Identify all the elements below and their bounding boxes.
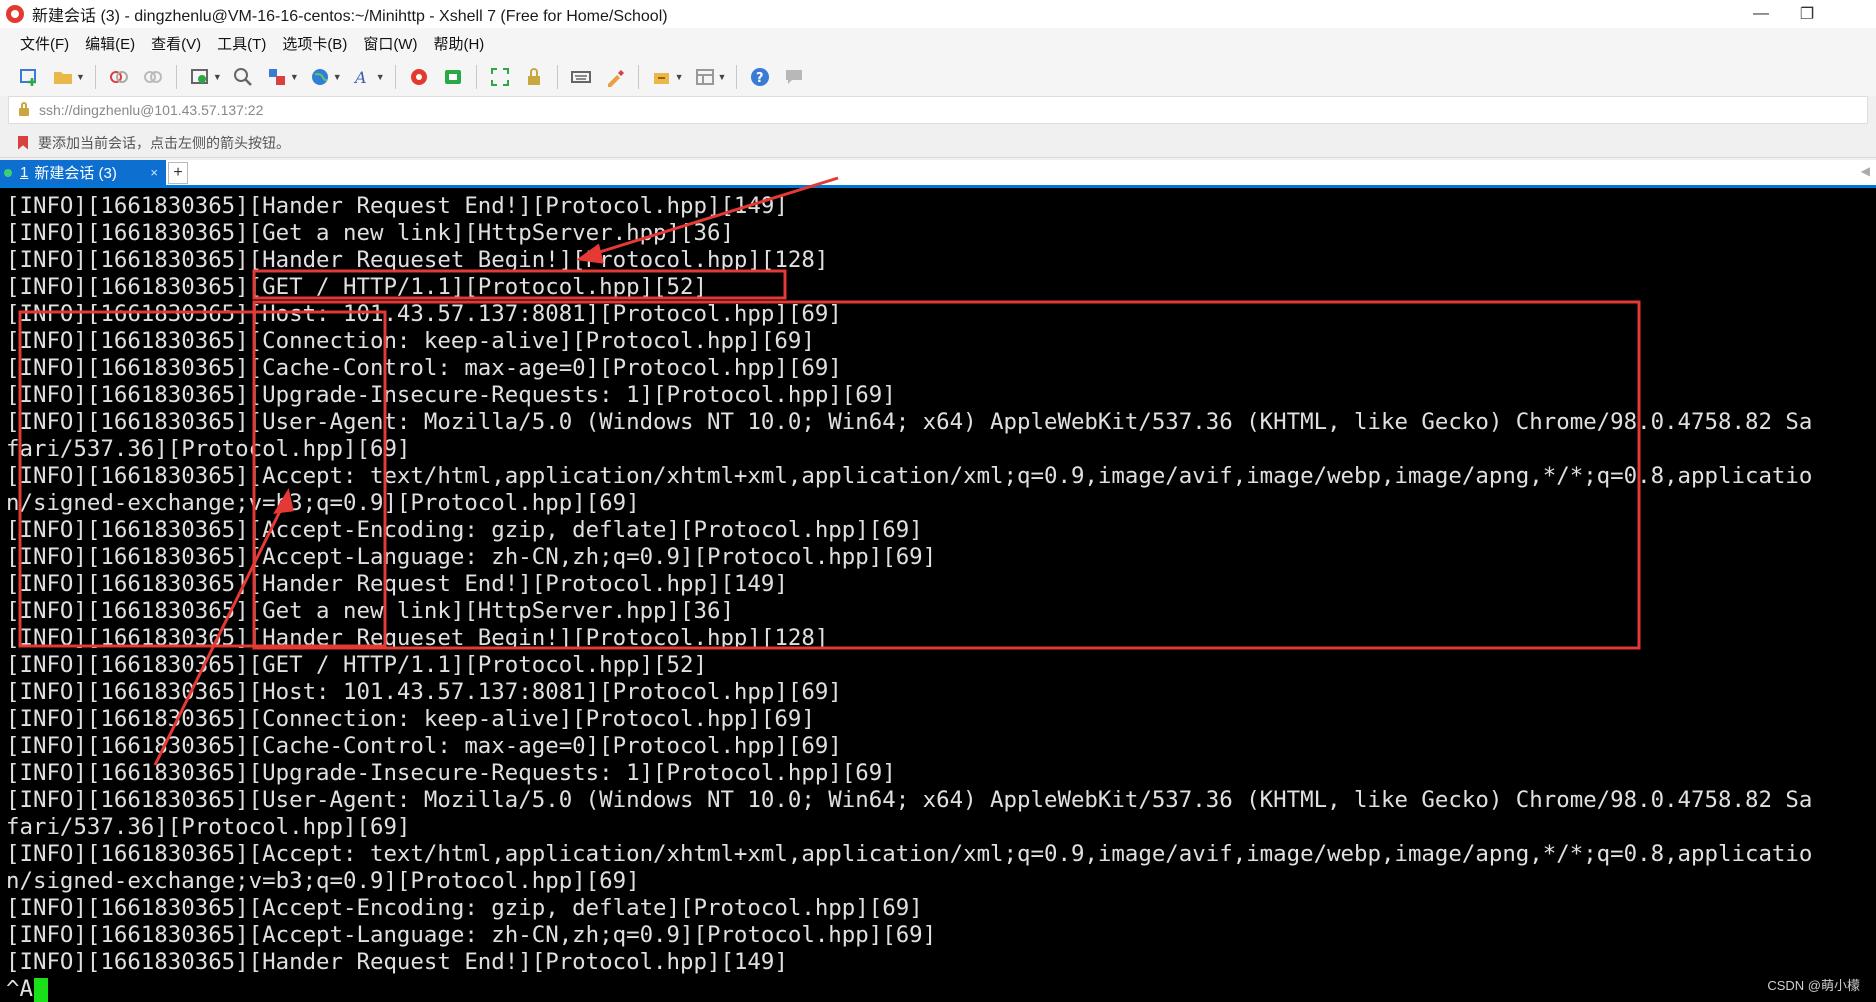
- terminal-line: [INFO][1661830365][Accept-Language: zh-C…: [6, 922, 937, 948]
- connect-icon[interactable]: [108, 66, 130, 88]
- toolbar-separator: [556, 65, 558, 89]
- address-text: ssh://dingzhenlu@101.43.57.137:22: [39, 102, 264, 118]
- terminal-line: [INFO][1661830365][Upgrade-Insecure-Requ…: [6, 760, 896, 786]
- layout-dropdown-icon[interactable]: ▼: [718, 72, 727, 82]
- terminal-line: [INFO][1661830365][Upgrade-Insecure-Requ…: [6, 382, 896, 408]
- terminal-line: [INFO][1661830365][Accept-Encoding: gzip…: [6, 517, 923, 543]
- transfer-icon[interactable]: [266, 66, 288, 88]
- chat-icon[interactable]: [783, 66, 805, 88]
- terminal-prompt-line: ^A: [6, 976, 1812, 1002]
- find-icon[interactable]: [232, 66, 254, 88]
- menu-view[interactable]: 查看(V): [151, 33, 201, 54]
- globe-icon[interactable]: [309, 66, 331, 88]
- ssh-lock-icon: [19, 102, 29, 116]
- terminal-line: [INFO][1661830365][Cache-Control: max-ag…: [6, 733, 842, 759]
- terminal-prompt: ^A: [6, 976, 33, 1002]
- terminal-output[interactable]: [INFO][1661830365][Hander Request End!][…: [0, 188, 1876, 1002]
- close-button[interactable]: [1830, 0, 1876, 28]
- terminal-line: [INFO][1661830365][Hander Request End!][…: [6, 571, 788, 597]
- lock-icon[interactable]: [523, 66, 545, 88]
- menu-tools[interactable]: 工具(T): [217, 33, 266, 54]
- terminal-cursor: [33, 977, 48, 1002]
- font-dropdown-icon[interactable]: ▼: [376, 72, 385, 82]
- new-session-icon[interactable]: [18, 66, 40, 88]
- layout-icon[interactable]: [694, 66, 716, 88]
- terminal-line: [INFO][1661830365][Hander Request End!][…: [6, 193, 788, 219]
- toolbar-separator: [736, 65, 738, 89]
- terminal-line: [INFO][1661830365][Accept: text/html,app…: [6, 463, 1813, 489]
- properties-icon[interactable]: [189, 66, 211, 88]
- terminal-line: [INFO][1661830365][GET / HTTP/1.1][Proto…: [6, 652, 707, 678]
- compose-dropdown-icon[interactable]: ▼: [675, 72, 684, 82]
- terminal-line: n/signed-exchange;v=b3;q=0.9][Protocol.h…: [6, 868, 640, 894]
- terminal-line: [INFO][1661830365][Accept-Language: zh-C…: [6, 544, 937, 570]
- toolbar: ▼ ▼ ▼ ▼ A ▼ ▼ ▼ ?: [0, 58, 1876, 96]
- terminal-line: [INFO][1661830365][Get a new link][HttpS…: [6, 598, 734, 624]
- terminal-line: [INFO][1661830365][Get a new link][HttpS…: [6, 220, 734, 246]
- terminal-line: [INFO][1661830365][Host: 101.43.57.137:8…: [6, 301, 842, 327]
- terminal-line: [INFO][1661830365][Hander Requeset Begin…: [6, 247, 829, 273]
- window-title: 新建会话 (3) - dingzhenlu@VM-16-16-centos:~/…: [32, 8, 668, 25]
- toolbar-separator: [394, 65, 396, 89]
- xftp-icon[interactable]: [442, 66, 464, 88]
- menu-bar: 文件(F) 编辑(E) 查看(V) 工具(T) 选项卡(B) 窗口(W) 帮助(…: [0, 28, 1876, 58]
- menu-help[interactable]: 帮助(H): [433, 33, 484, 54]
- toolbar-separator: [475, 65, 477, 89]
- terminal-line: [INFO][1661830365][User-Agent: Mozilla/5…: [6, 409, 1813, 435]
- terminal-line: [INFO][1661830365][Connection: keep-aliv…: [6, 706, 815, 732]
- transfer-dropdown-icon[interactable]: ▼: [290, 72, 299, 82]
- svg-text:A: A: [353, 68, 367, 87]
- menu-tabs[interactable]: 选项卡(B): [282, 33, 347, 54]
- new-tab-button[interactable]: +: [168, 162, 188, 184]
- terminal-line: n/signed-exchange;v=b3;q=0.9][Protocol.h…: [6, 490, 640, 516]
- toolbar-separator: [175, 65, 177, 89]
- keyboard-icon[interactable]: [570, 66, 592, 88]
- session-hint-bar: 要添加当前会话，点击左侧的箭头按钮。: [0, 128, 1876, 158]
- address-bar[interactable]: ssh://dingzhenlu@101.43.57.137:22: [8, 96, 1868, 124]
- bookmark-icon[interactable]: [18, 135, 28, 150]
- minimize-button[interactable]: —: [1738, 0, 1784, 28]
- help-icon[interactable]: ?: [749, 66, 771, 88]
- tab-session-3[interactable]: 1 新建会话 (3) ×: [0, 160, 166, 185]
- menu-edit[interactable]: 编辑(E): [85, 33, 135, 54]
- tab-scroll-left-icon[interactable]: ◀: [1861, 164, 1870, 178]
- terminal-line: fari/537.36][Protocol.hpp][69]: [6, 814, 411, 840]
- connected-status-icon: [4, 168, 12, 177]
- open-folder-icon[interactable]: [52, 66, 74, 88]
- terminal-line: [INFO][1661830365][Hander Requeset Begin…: [6, 625, 829, 651]
- svg-text:?: ?: [756, 71, 764, 86]
- font-icon[interactable]: A: [352, 66, 374, 88]
- hint-text: 要添加当前会话，点击左侧的箭头按钮。: [38, 134, 290, 151]
- tab-close-icon[interactable]: ×: [150, 165, 158, 180]
- xshell-icon[interactable]: [408, 66, 430, 88]
- terminal-line: [INFO][1661830365][Accept: text/html,app…: [6, 841, 1813, 867]
- open-dropdown-icon[interactable]: ▼: [76, 72, 85, 82]
- terminal-line: [INFO][1661830365][Host: 101.43.57.137:8…: [6, 679, 842, 705]
- xshell-app-icon: [6, 5, 24, 23]
- tab-label: 新建会话 (3): [34, 165, 117, 182]
- maximize-button[interactable]: ❐: [1784, 0, 1830, 28]
- properties-dropdown-icon[interactable]: ▼: [213, 72, 222, 82]
- menu-file[interactable]: 文件(F): [20, 33, 69, 54]
- terminal-line: [INFO][1661830365][Cache-Control: max-ag…: [6, 355, 842, 381]
- tab-number: 1: [20, 164, 29, 181]
- tab-bar: 1 新建会话 (3) × + ◀: [0, 160, 1876, 188]
- toolbar-separator: [94, 65, 96, 89]
- title-bar: 新建会话 (3) - dingzhenlu@VM-16-16-centos:~/…: [0, 0, 1876, 28]
- csdn-watermark: CSDN @萌小檬: [1767, 978, 1860, 993]
- globe-dropdown-icon[interactable]: ▼: [333, 72, 342, 82]
- terminal-line: [INFO][1661830365][GET / HTTP/1.1][Proto…: [6, 274, 707, 300]
- terminal-line: [INFO][1661830365][User-Agent: Mozilla/5…: [6, 787, 1813, 813]
- disconnect-icon[interactable]: [142, 66, 164, 88]
- terminal-line: [INFO][1661830365][Accept-Encoding: gzip…: [6, 895, 923, 921]
- compose-icon[interactable]: [651, 66, 673, 88]
- menu-window[interactable]: 窗口(W): [363, 33, 417, 54]
- fullscreen-icon[interactable]: [489, 66, 511, 88]
- terminal-line: fari/537.36][Protocol.hpp][69]: [6, 436, 411, 462]
- highlight-icon[interactable]: [604, 66, 626, 88]
- terminal-line: [INFO][1661830365][Hander Request End!][…: [6, 949, 788, 975]
- terminal-line: [INFO][1661830365][Connection: keep-aliv…: [6, 328, 815, 354]
- toolbar-separator: [637, 65, 639, 89]
- terminal-lines: [INFO][1661830365][Hander Request End!][…: [6, 193, 1812, 1002]
